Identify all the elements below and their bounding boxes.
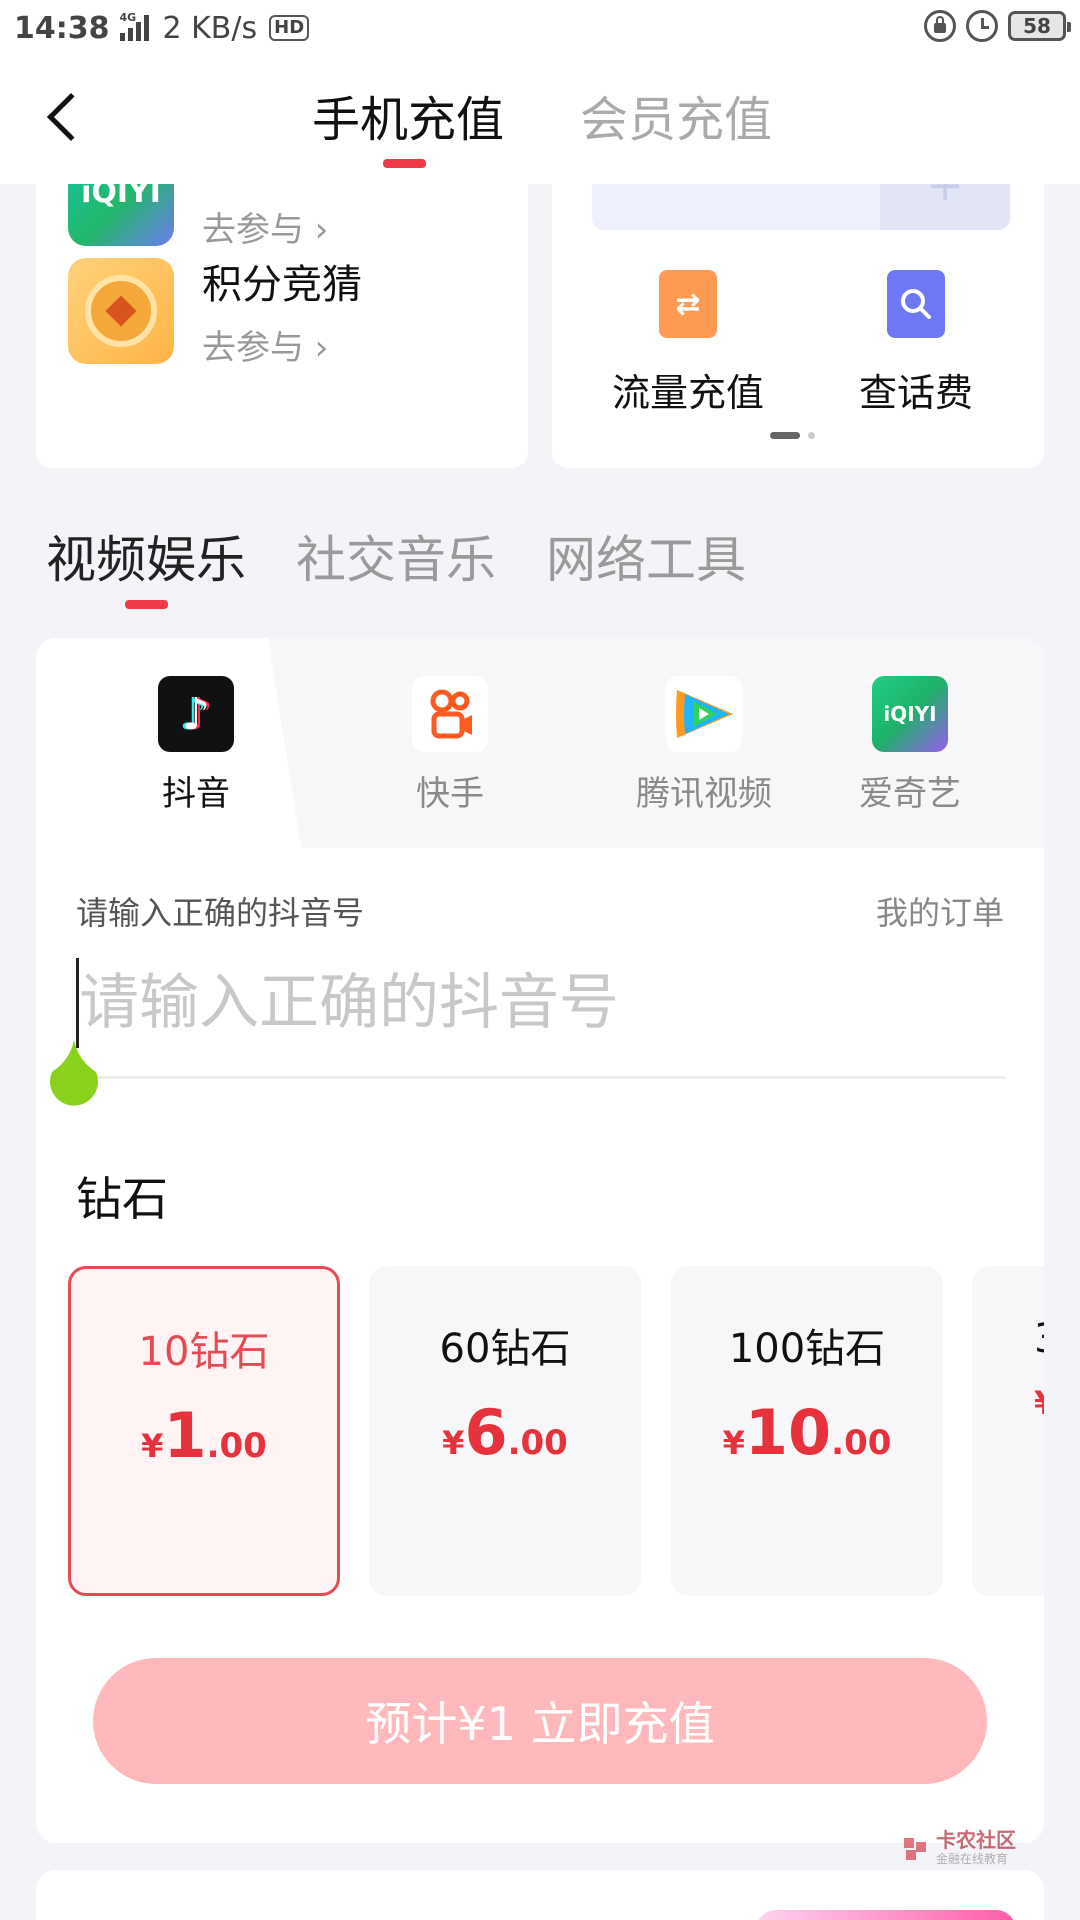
signal-icon: 4G [119,11,149,41]
watermark-title: 卡农社区 [936,1828,1016,1852]
account-input-label: 请输入正确的抖音号 [76,894,365,932]
option-60-diamonds[interactable]: 60钻石 ¥6.00 [369,1266,641,1596]
alarm-icon [966,10,998,42]
option-name: 3 [972,1316,1044,1362]
platform-tabs: ♪ 抖音 快手 腾讯视频 iQIYI 爱奇艺 [36,638,1044,848]
recharge-card: ♪ 抖音 快手 腾讯视频 iQIYI 爱奇艺 请输入正确的抖音号 我的订单 钻石… [36,638,1044,1843]
coin-icon [68,257,174,364]
search-icon [887,270,945,338]
platform-tab-douyin[interactable]: ♪ 抖音 [71,676,321,815]
category-tab-network-tools[interactable]: 网络工具 [546,520,746,592]
rotation-lock-icon [924,10,956,42]
promo-title: 积分竞猜 [202,262,362,308]
promo-join-link[interactable]: 去参与 › [202,202,438,251]
kuaishou-logo-icon [412,676,488,752]
option-price: ¥6.00 [442,1396,568,1469]
watermark: 卡农社区 金融在线教育 [900,1830,1016,1867]
back-arrow-icon [46,92,96,142]
my-orders-link[interactable]: 我的订单 [876,888,1004,934]
status-bar: 14:38 4G 2 KB/s HD 58 [0,0,1080,56]
kanong-logo-icon [904,1837,926,1860]
input-underline [76,1076,1006,1079]
platform-tab-iqiyi[interactable]: iQIYI 爱奇艺 [785,676,1035,815]
service-data-recharge[interactable]: ⇄ 流量充值 [588,270,788,417]
service-label: 流量充值 [611,371,764,415]
tab-member-recharge[interactable]: 会员充值 [580,80,772,150]
option-name: 100钻石 [728,1326,886,1372]
tencent-video-logo-icon [666,676,742,752]
platform-label: 爱奇艺 [859,774,961,814]
promo-item-guess[interactable]: 积分竞猜 去参与 › [68,252,362,369]
section-title: 钻石 [76,1172,168,1226]
battery-icon: 58 [1008,11,1071,41]
swap-icon: ⇄ [659,270,717,338]
diamond-options: 10钻石 ¥1.00 60钻石 ¥6.00 100钻石 ¥10.00 3 ¥ [68,1266,1044,1602]
network-type: 4G [119,11,137,24]
platform-tab-kuaishou[interactable]: 快手 [325,676,575,815]
platform-label: 快手 [416,774,484,814]
promo-join-link[interactable]: 去参与 › [202,320,362,369]
next-card-peek [36,1870,1044,1920]
iqiyi-logo-icon: iQIYI [872,676,948,752]
carousel-indicator [770,432,815,439]
battery-level: 58 [1023,14,1051,38]
services-card: + ⇄ 流量充值 查话费 [552,140,1044,468]
watermark-subtitle: 金融在线教育 [936,1852,1009,1866]
option-more-diamonds[interactable]: 3 ¥ [972,1266,1044,1596]
option-price: ¥ [972,1384,1044,1422]
option-name: 60钻石 [439,1326,571,1372]
promo-card: iQIYI 领899天会员 去参与 › 积分竞猜 去参与 › [36,140,528,468]
category-indicator [125,600,168,609]
tab-indicator [383,159,426,168]
text-cursor-handle[interactable] [44,1038,104,1108]
nav-header: 手机充值 会员充值 [0,56,1080,184]
platform-label: 抖音 [162,774,230,814]
recharge-now-button[interactable]: 预计¥1 立即充值 [93,1658,987,1784]
status-time: 14:38 [14,10,110,46]
back-button[interactable] [42,92,96,146]
network-speed: 2 KB/s [162,10,258,46]
option-10-diamonds[interactable]: 10钻石 ¥1.00 [68,1266,340,1596]
service-label: 查话费 [858,371,973,415]
option-100-diamonds[interactable]: 100钻石 ¥10.00 [671,1266,943,1596]
account-input[interactable] [76,958,1006,1048]
douyin-logo-icon: ♪ [158,676,234,752]
service-check-bill[interactable]: 查话费 [816,270,1016,417]
option-price: ¥1.00 [141,1399,267,1472]
option-name: 10钻石 [138,1329,270,1375]
hd-badge: HD [269,15,310,41]
option-price: ¥10.00 [722,1396,892,1469]
category-tab-social-music[interactable]: 社交音乐 [296,520,496,592]
tab-phone-recharge[interactable]: 手机充值 [312,80,504,150]
category-tab-video[interactable]: 视频娱乐 [46,520,246,592]
